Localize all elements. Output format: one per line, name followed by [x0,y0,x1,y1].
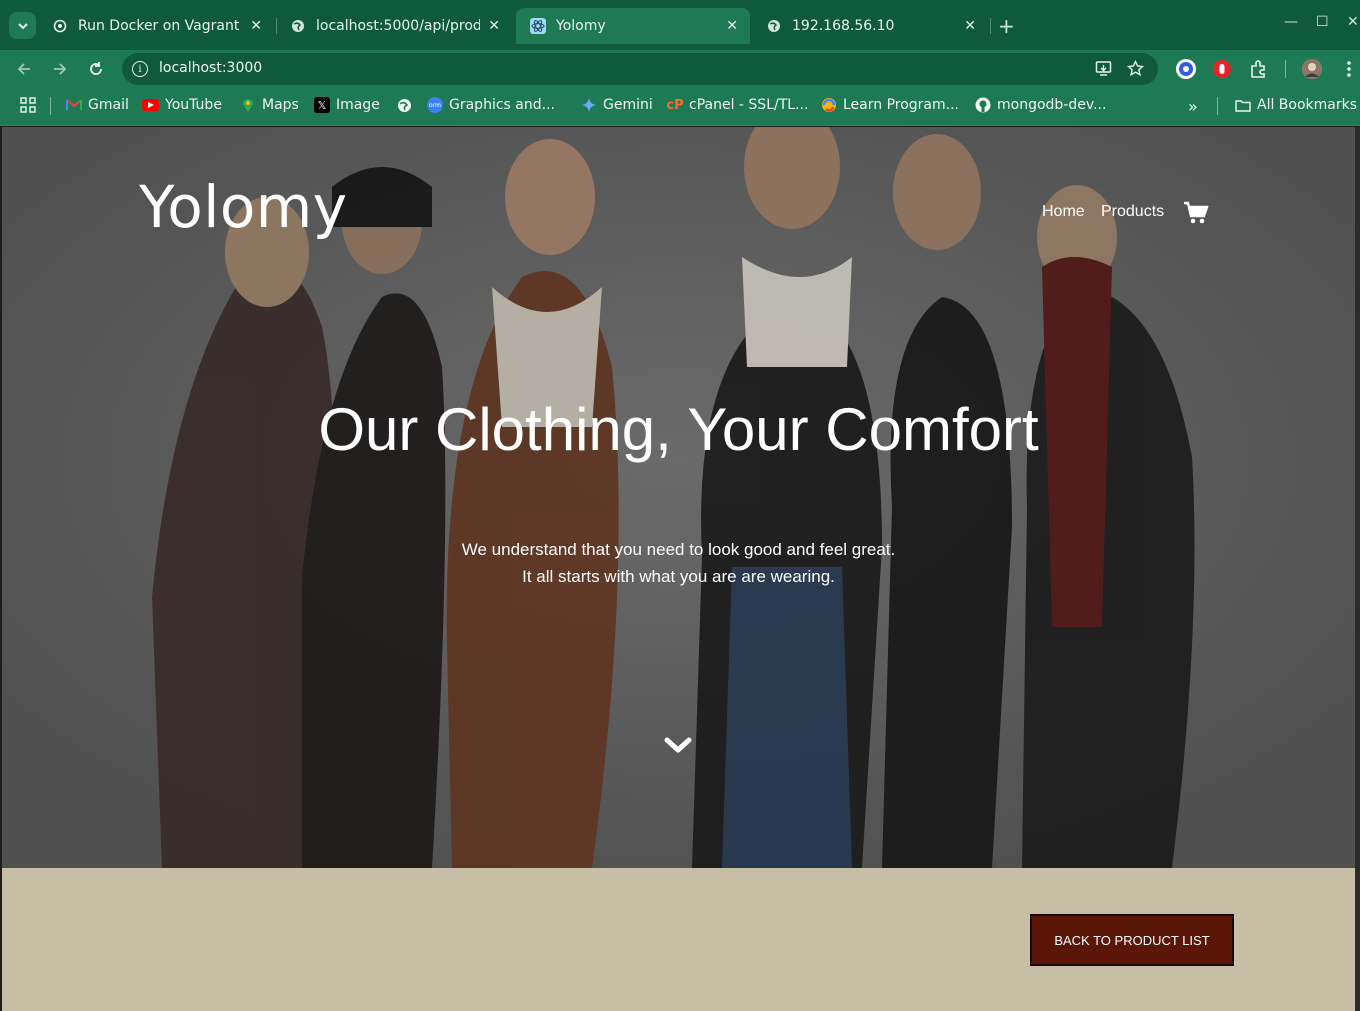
close-icon[interactable]: ✕ [488,18,500,34]
bookmark-divider [50,97,51,115]
tab-title: 192.168.56.10 [792,18,895,34]
bookmark-label: Gemini [603,97,653,113]
tab-search-button[interactable] [9,12,36,39]
menu-kebab-icon[interactable] [1338,58,1360,80]
bookmark-divider [1217,97,1218,115]
page-scrollbar[interactable] [1355,127,1360,1011]
tab-strip: Run Docker on Vagrant ✕ localhost:5000/a… [0,0,1360,50]
close-icon[interactable]: ✕ [250,18,262,34]
nav-home-link[interactable]: Home [1042,203,1085,221]
back-arrow-icon[interactable] [13,58,35,80]
bookmark-label: YouTube [165,97,222,113]
bookmark-label: Learn Program... [843,97,959,113]
bookmark-label: Graphics and... [449,97,555,113]
tab-api-products[interactable]: localhost:5000/api/prod ✕ [276,8,512,44]
back-to-product-list-button[interactable]: BACK TO PRODUCT LIST [1030,914,1234,966]
tab-ip-address[interactable]: 192.168.56.10 ✕ [752,8,988,44]
close-window-icon[interactable]: ✕ [1347,14,1359,30]
browser-toolbar: i localhost:3000 [0,50,1360,88]
extensions-puzzle-icon[interactable] [1249,59,1269,79]
bookmark-label: Maps [262,97,299,113]
tab-yolomy[interactable]: Yolomy ✕ [516,8,750,44]
gemini-sparkle-icon [581,97,597,113]
maps-pin-icon [240,97,256,113]
adblock-hand-icon[interactable] [1212,59,1232,79]
bookmark-youtube[interactable]: YouTube [142,97,222,113]
reload-icon[interactable] [85,58,107,80]
minimize-icon[interactable]: — [1284,14,1298,30]
bookmark-gmail[interactable]: Gmail [66,97,129,113]
bookmark-learn-programming[interactable]: Learn Program... [821,97,959,113]
x-logo-icon: 𝕏 [314,97,330,113]
hero-subtitle-line-1: We understand that you need to look good… [461,540,896,559]
apps-grid-icon[interactable] [20,97,36,113]
url-text[interactable]: localhost:3000 [159,60,262,76]
globe-icon [396,97,412,113]
nav-products-link[interactable]: Products [1101,203,1164,221]
bookmark-label: Image [336,97,380,113]
scroll-down-chevron-icon[interactable] [663,735,693,761]
tab-title: localhost:5000/api/prod [316,18,480,34]
new-tab-plus-icon[interactable]: + [998,14,1015,38]
address-bar[interactable]: i localhost:3000 [122,53,1158,85]
shopping-cart-icon[interactable] [1183,201,1209,229]
swirl-logo-icon [821,97,837,113]
chevron-down-icon [17,22,28,29]
close-icon[interactable]: ✕ [964,18,976,34]
bookmark-label: cPanel - SSL/TL... [689,97,809,113]
site-info-icon[interactable]: i [132,61,148,77]
close-icon[interactable]: ✕ [726,18,738,34]
browser-window: Run Docker on Vagrant ✕ localhost:5000/a… [0,0,1360,1011]
bookmark-label: Gmail [88,97,129,113]
all-bookmarks-button[interactable]: All Bookmarks [1235,97,1357,113]
page-viewport: Yolomy Home Products Our Clothing, Your … [2,127,1355,1011]
tab-run-docker[interactable]: Run Docker on Vagrant ✕ [38,8,274,44]
bookmark-image[interactable]: 𝕏 Image [314,97,380,113]
forward-arrow-icon[interactable] [49,58,71,80]
install-app-icon[interactable] [1095,60,1112,81]
hero-section: Yolomy Home Products Our Clothing, Your … [2,127,1355,868]
gmail-icon [66,97,82,113]
react-icon [530,18,546,34]
bookmark-label: All Bookmarks [1257,97,1358,113]
youtube-icon [142,99,159,111]
tab-divider [990,18,991,34]
toolbar-divider [1285,60,1286,78]
cpanel-icon: cP [666,97,684,113]
globe-icon [290,18,306,34]
orm-logo-icon: orm [427,97,443,113]
bookmark-mongodb[interactable]: mongodb-dev... [975,97,1106,113]
bookmark-cpanel[interactable]: cP cPanel - SSL/TL... [666,97,809,113]
github-icon [975,97,991,113]
extension-blue-icon[interactable] [1176,59,1196,79]
bookmark-globe[interactable] [396,97,418,113]
bookmark-gemini[interactable]: Gemini [581,97,653,113]
tab-title: Yolomy [556,18,606,34]
star-icon[interactable] [1126,59,1145,81]
bookmark-maps[interactable]: Maps [240,97,299,113]
openai-icon [52,18,68,34]
avatar[interactable] [1302,59,1322,79]
hero-headline: Our Clothing, Your Comfort [318,396,1039,463]
hero-subtitle-line-2: It all starts with what you are are wear… [522,567,835,586]
maximize-icon[interactable]: ☐ [1316,14,1329,30]
site-logo[interactable]: Yolomy [139,173,348,241]
globe-icon [766,18,782,34]
bookmark-graphics[interactable]: orm Graphics and... [427,97,555,113]
tab-title: Run Docker on Vagrant [78,18,240,34]
bookmark-label: mongodb-dev... [997,97,1107,113]
more-bookmarks-button[interactable]: » [1188,97,1198,116]
bookmarks-bar: Gmail YouTube Maps 𝕏 Image orm Graphics … [0,88,1360,126]
folder-icon [1235,97,1251,113]
